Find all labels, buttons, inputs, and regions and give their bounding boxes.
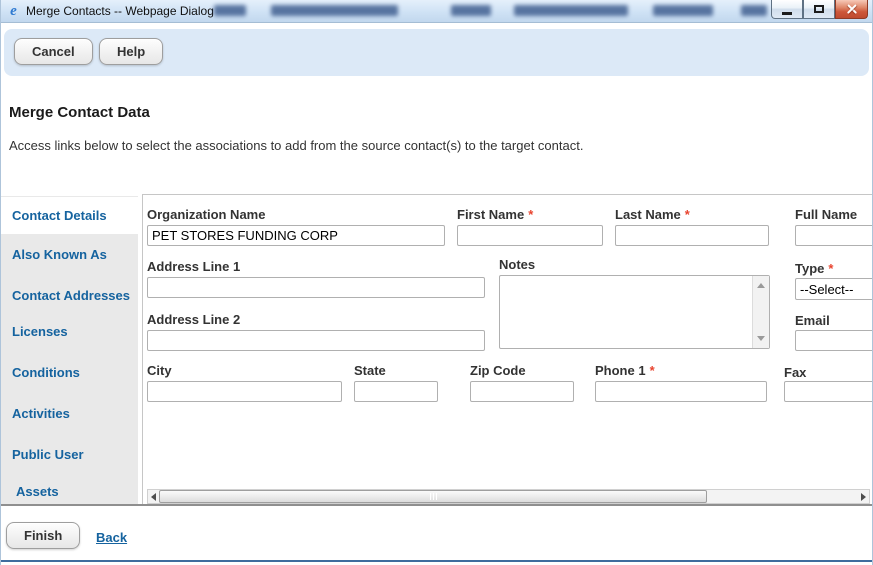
page-title: Merge Contact Data [9,104,150,121]
phone-1-label: Phone 1* [595,363,655,378]
required-asterisk: * [650,363,655,378]
up-arrow-icon [757,283,765,288]
address-line-2-label: Address Line 2 [147,312,240,327]
close-icon [845,3,859,15]
full-name-label: Full Name [795,207,857,222]
page-description: Access links below to select the associa… [9,138,583,153]
down-arrow-icon [757,336,765,341]
scroll-right-icon[interactable] [861,493,866,501]
merge-contacts-dialog: e Merge Contacts -- Webpage Dialog Cance… [0,0,873,565]
required-asterisk: * [528,207,533,222]
sidebar-item-licenses[interactable]: Licenses [1,317,138,345]
address-line-2-field[interactable] [147,330,485,351]
zip-code-field[interactable] [470,381,574,402]
footer-divider [1,504,872,506]
window-title: Merge Contacts -- Webpage Dialog [26,4,214,18]
full-name-field[interactable] [795,225,872,246]
fax-field[interactable] [784,381,872,402]
back-link[interactable]: Back [96,530,127,545]
type-label: Type* [795,261,833,276]
type-select[interactable]: --Select-- [795,278,872,300]
close-button[interactable] [835,0,868,19]
city-label: City [147,363,172,378]
contact-details-form: Organization Name First Name* Last Name*… [142,194,872,505]
bottom-accent-line [1,560,872,562]
caption-buttons [771,0,868,19]
last-name-label: Last Name* [615,207,690,222]
maximize-button[interactable] [803,0,835,19]
first-name-label: First Name* [457,207,533,222]
email-field[interactable] [795,330,872,351]
phone-1-field[interactable] [595,381,767,402]
state-field[interactable] [354,381,438,402]
titlebar: e Merge Contacts -- Webpage Dialog [1,0,872,23]
horizontal-scrollbar[interactable] [147,489,870,504]
zip-code-label: Zip Code [470,363,526,378]
organization-name-label: Organization Name [147,207,265,222]
help-button[interactable]: Help [99,38,163,65]
sidebar-item-public-user[interactable]: Public User [1,440,138,468]
maximize-icon [814,5,824,13]
scrollbar-thumb[interactable] [159,490,707,503]
minimize-button[interactable] [771,0,803,19]
sidebar-item-assets[interactable]: Assets [1,477,138,505]
sidebar-item-contact-addresses[interactable]: Contact Addresses [1,281,138,309]
sidebar-item-activities[interactable]: Activities [1,399,138,427]
scroll-left-icon[interactable] [151,493,156,501]
state-label: State [354,363,386,378]
minimize-icon [782,12,792,15]
sidebar-item-contact-details[interactable]: Contact Details [1,197,138,234]
required-asterisk: * [685,207,690,222]
sidebar-item-conditions[interactable]: Conditions [1,358,138,386]
address-line-1-field[interactable] [147,277,485,298]
address-line-1-label: Address Line 1 [147,259,240,274]
last-name-field[interactable] [615,225,769,246]
blurred-background-item [514,5,628,16]
email-label: Email [795,313,830,328]
notes-label: Notes [499,257,535,272]
cancel-button[interactable]: Cancel [14,38,93,65]
sidebar: Contact Details Also Known As Contact Ad… [1,196,138,505]
ie-icon: e [6,4,21,19]
sidebar-item-also-known-as[interactable]: Also Known As [1,240,138,268]
blurred-background-item [271,5,398,16]
first-name-field[interactable] [457,225,603,246]
toolbar: Cancel Help [4,29,869,76]
finish-button[interactable]: Finish [6,522,80,549]
blurred-background-item [214,5,246,16]
notes-scrollbar[interactable] [752,276,769,348]
city-field[interactable] [147,381,342,402]
notes-field[interactable] [499,275,770,349]
blurred-background-item [741,5,767,16]
blurred-background-item [451,5,491,16]
blurred-background-item [653,5,713,16]
required-asterisk: * [828,261,833,276]
organization-name-field[interactable] [147,225,445,246]
fax-label: Fax [784,365,806,380]
